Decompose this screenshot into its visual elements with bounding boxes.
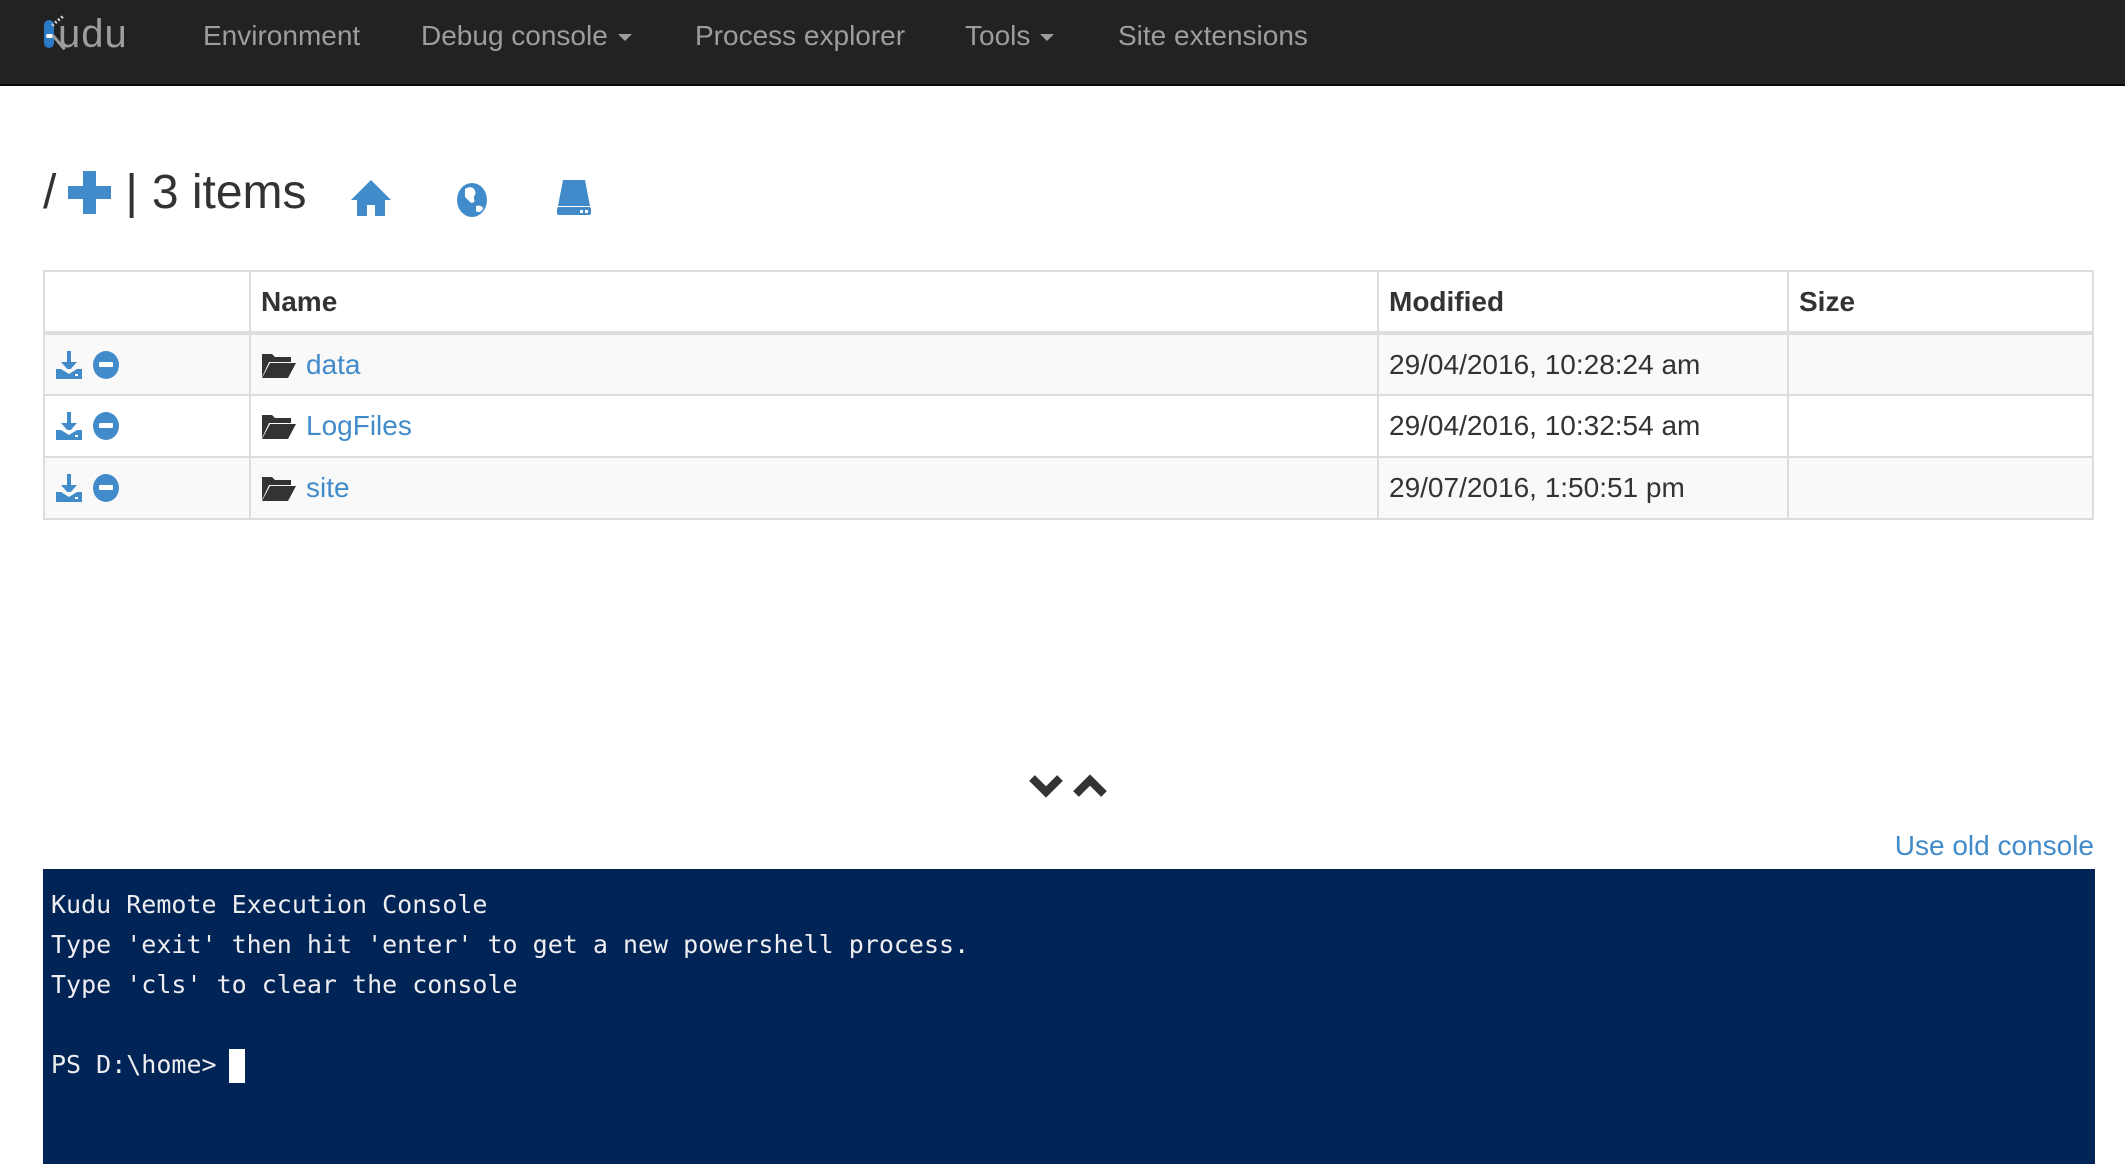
delete-icon[interactable] <box>92 350 120 380</box>
console-line: Type 'exit' then hit 'enter' to get a ne… <box>51 930 970 959</box>
download-icon[interactable] <box>55 473 83 503</box>
folder-open-icon <box>262 353 296 378</box>
file-table: Name Modified Size data 29/04/2016, 10:2… <box>43 270 2094 520</box>
nav-debug-console[interactable]: Debug console <box>421 0 632 72</box>
table-header-row: Name Modified Size <box>43 270 2094 335</box>
col-actions <box>43 270 251 335</box>
nav-site-extensions[interactable]: Site extensions <box>1118 0 1308 72</box>
nav-label: Site extensions <box>1118 20 1308 51</box>
chevron-up-icon[interactable] <box>1072 770 1108 800</box>
actions-cell <box>43 394 251 458</box>
modified-cell: 29/04/2016, 10:32:54 am <box>1377 394 1789 458</box>
col-modified[interactable]: Modified <box>1377 270 1789 335</box>
col-name[interactable]: Name <box>249 270 1379 335</box>
file-link[interactable]: site <box>306 472 350 504</box>
nav-label: Process explorer <box>695 20 906 51</box>
navbar: udu Environment Debug console Process ex… <box>0 0 2125 86</box>
caret-down-icon <box>1040 34 1055 42</box>
item-count: 3 items <box>151 165 307 219</box>
nav-label: Tools <box>965 20 1031 51</box>
actions-cell <box>43 456 251 520</box>
modified-cell: 29/04/2016, 10:28:24 am <box>1377 332 1789 396</box>
size-cell <box>1787 332 2094 396</box>
use-old-console-link[interactable]: Use old console <box>1895 830 2094 862</box>
nav-environment[interactable]: Environment <box>203 0 360 72</box>
kudu-logo[interactable]: udu <box>44 14 128 54</box>
directory-header: / | 3 items <box>43 160 307 224</box>
home-icon[interactable] <box>349 176 393 220</box>
powershell-console[interactable]: Kudu Remote Execution Console Type 'exit… <box>43 869 2095 1164</box>
nav-label: Environment <box>203 20 361 51</box>
name-cell: LogFiles <box>249 394 1379 458</box>
size-cell <box>1787 394 2094 458</box>
drive-icon[interactable] <box>552 176 596 220</box>
table-row: data 29/04/2016, 10:28:24 am <box>43 332 2094 396</box>
nav-label: Debug console <box>421 20 608 51</box>
nav-tools[interactable]: Tools <box>965 0 1055 72</box>
actions-cell <box>43 332 251 396</box>
size-cell <box>1787 456 2094 520</box>
download-icon[interactable] <box>55 411 83 441</box>
col-size[interactable]: Size <box>1787 270 2094 335</box>
separator: | <box>125 165 138 219</box>
folder-open-icon <box>262 415 296 439</box>
brand-text: udu <box>58 12 128 56</box>
console-prompt-line[interactable]: PS D:\home> <box>51 1045 2087 1085</box>
delete-icon[interactable] <box>92 411 120 441</box>
console-prompt: PS D:\home> <box>51 1050 217 1079</box>
table-row: LogFiles 29/04/2016, 10:32:54 am <box>43 394 2094 458</box>
name-cell: data <box>249 332 1379 396</box>
modified-cell: 29/07/2016, 1:50:51 pm <box>1377 456 1789 520</box>
console-line: Type 'cls' to clear the console <box>51 970 518 999</box>
delete-icon[interactable] <box>92 473 120 503</box>
folder-open-icon <box>262 477 296 501</box>
pane-resizer <box>1028 770 1108 800</box>
file-link[interactable]: LogFiles <box>306 410 412 442</box>
name-cell: site <box>249 456 1379 520</box>
download-icon[interactable] <box>55 350 83 380</box>
table-row: site 29/07/2016, 1:50:51 pm <box>43 456 2094 520</box>
file-link[interactable]: data <box>306 349 361 381</box>
console-line: Kudu Remote Execution Console <box>51 890 488 919</box>
caret-down-icon <box>617 34 632 42</box>
globe-icon[interactable] <box>450 176 494 220</box>
nav-process-explorer[interactable]: Process explorer <box>695 0 905 72</box>
add-icon[interactable] <box>68 170 112 214</box>
chevron-down-icon[interactable] <box>1028 770 1064 800</box>
path-root[interactable]: / <box>43 165 56 220</box>
text-cursor <box>228 1049 245 1083</box>
